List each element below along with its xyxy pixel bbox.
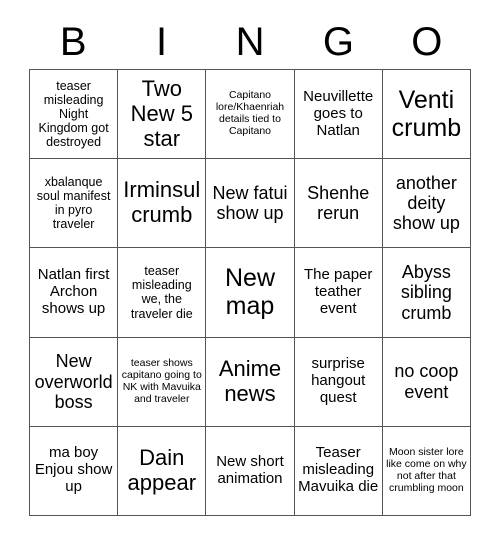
bingo-cell-label: ma boy Enjou show up xyxy=(34,444,113,496)
bingo-cell[interactable]: Two New 5 star xyxy=(118,70,207,160)
bingo-cell-label: no coop event xyxy=(394,361,459,402)
bingo-cell[interactable]: Venti crumb xyxy=(382,70,471,160)
bingo-cell-label: teaser shows capitano going to NK with M… xyxy=(121,356,202,405)
bingo-cell[interactable]: The paper teather event xyxy=(294,248,383,338)
bingo-header-letter-i: I xyxy=(156,20,168,64)
bingo-cell-label: New overworld boss xyxy=(34,351,113,412)
bingo-cell-label: Venti crumb xyxy=(391,85,462,143)
bingo-cell-label: Dain appear xyxy=(127,445,197,495)
bingo-cell[interactable]: teaser misleading Night Kingdom got dest… xyxy=(30,70,119,160)
bingo-cell[interactable]: Neuvillette goes to Natlan xyxy=(294,70,383,160)
bingo-cell[interactable]: Anime news xyxy=(206,337,295,427)
bingo-cell[interactable]: surprise hangout quest xyxy=(294,337,383,427)
bingo-cell-label: Teaser misleading Mavuika die xyxy=(298,444,379,496)
bingo-card: B I N G O teaser misleading Night Kingdo… xyxy=(0,0,500,544)
bingo-header-letter-o: O xyxy=(411,20,443,64)
bingo-cell-label: New fatui show up xyxy=(212,182,288,224)
bingo-cell[interactable]: Irminsul crumb xyxy=(118,159,207,249)
bingo-cell[interactable]: Natlan first Archon shows up xyxy=(30,248,119,338)
bingo-cell-label: New map xyxy=(224,264,275,321)
bingo-cell[interactable]: New fatui show up xyxy=(206,159,295,249)
bingo-cell-label: Irminsul crumb xyxy=(123,177,201,228)
bingo-grid: teaser misleading Night Kingdom got dest… xyxy=(29,69,471,516)
bingo-cell-label: another deity show up xyxy=(392,172,460,234)
bingo-cell[interactable]: teaser misleading we, the traveler die xyxy=(118,248,207,338)
bingo-cell[interactable]: Capitano lore/Khaenriah details tied to … xyxy=(206,70,295,160)
bingo-cell[interactable]: ma boy Enjou show up xyxy=(30,426,119,516)
bingo-cell-label: Shenhe rerun xyxy=(307,182,370,224)
bingo-cell[interactable]: teaser shows capitano going to NK with M… xyxy=(118,337,207,427)
bingo-cell-label: The paper teather event xyxy=(304,266,373,317)
bingo-cell[interactable]: New map xyxy=(206,248,295,338)
bingo-cell-label: Natlan first Archon shows up xyxy=(37,266,110,317)
bingo-cell[interactable]: Teaser misleading Mavuika die xyxy=(294,426,383,516)
bingo-cell[interactable]: xbalanque soul manifest in pyro traveler xyxy=(30,159,119,249)
bingo-cell-label: surprise hangout quest xyxy=(311,355,366,407)
bingo-cell-label: New short animation xyxy=(216,452,284,487)
bingo-cell[interactable]: Abyss sibling crumb xyxy=(382,248,471,338)
bingo-cell-label: teaser misleading we, the traveler die xyxy=(130,264,193,321)
bingo-cell-label: Two New 5 star xyxy=(130,75,193,151)
bingo-header-letter-g: G xyxy=(322,20,354,64)
bingo-cell-label: xbalanque soul manifest in pyro traveler xyxy=(36,175,111,232)
bingo-cell-label: Neuvillette goes to Natlan xyxy=(303,87,374,139)
bingo-cell[interactable]: no coop event xyxy=(382,337,471,427)
bingo-cell[interactable]: Shenhe rerun xyxy=(294,159,383,249)
bingo-header-letter-b: B xyxy=(59,20,87,64)
bingo-cell-label: teaser misleading Night Kingdom got dest… xyxy=(38,78,109,150)
bingo-cell[interactable]: New overworld boss xyxy=(30,337,119,427)
bingo-cell[interactable]: New short animation xyxy=(206,426,295,516)
bingo-cell-label: Abyss sibling crumb xyxy=(400,262,452,323)
bingo-cell-label: Anime news xyxy=(218,355,282,406)
bingo-cell-label: Moon sister lore like come on why not af… xyxy=(386,446,467,494)
bingo-cell[interactable]: Dain appear xyxy=(118,426,207,516)
bingo-header-letter-n: N xyxy=(235,20,265,64)
bingo-cell[interactable]: another deity show up xyxy=(382,159,471,249)
bingo-cell[interactable]: Moon sister lore like come on why not af… xyxy=(382,426,471,516)
bingo-header-row: B I N G O xyxy=(29,16,471,68)
bingo-cell-label: Capitano lore/Khaenriah details tied to … xyxy=(215,89,285,137)
